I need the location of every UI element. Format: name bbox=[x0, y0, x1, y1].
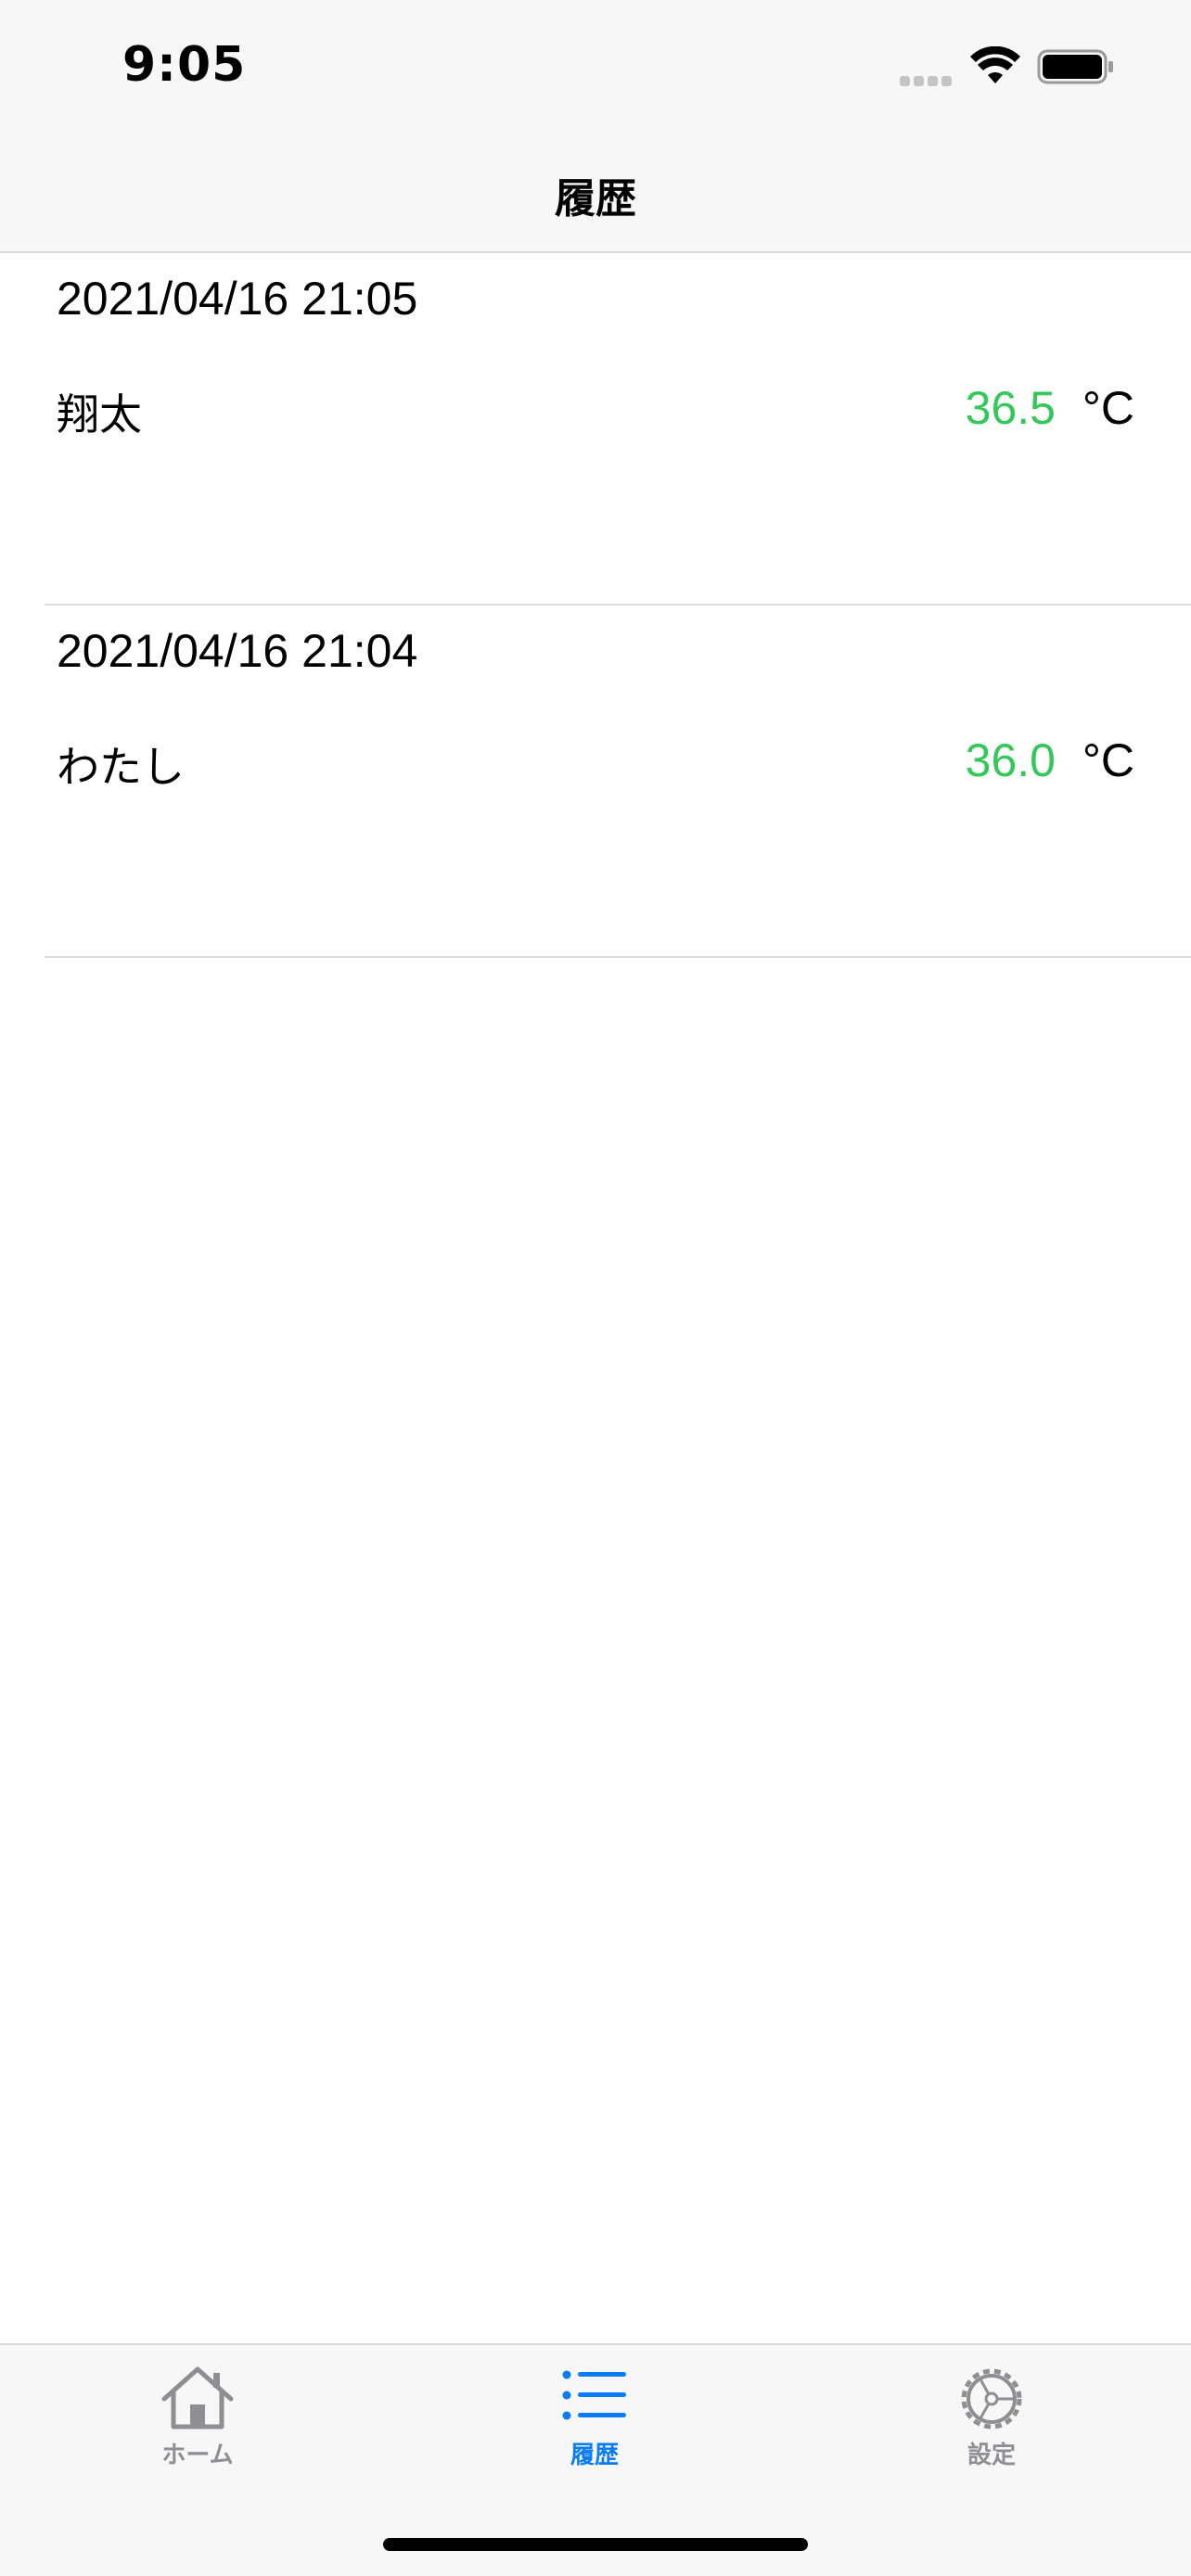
temperature-unit: °C bbox=[1082, 382, 1134, 434]
header: 9:05 履歴 bbox=[0, 0, 1191, 253]
tab-history[interactable]: 履歴 bbox=[502, 2364, 687, 2512]
tab-settings-label: 設定 bbox=[967, 2442, 1016, 2469]
tab-settings[interactable]: 設定 bbox=[899, 2364, 1084, 2512]
temperature-unit: °C bbox=[1082, 734, 1134, 786]
history-datetime: 2021/04/16 21:05 bbox=[57, 273, 418, 325]
page-title: 履歴 bbox=[555, 175, 636, 223]
battery-icon bbox=[1037, 49, 1113, 84]
gear-icon bbox=[961, 2368, 1022, 2429]
history-person-name: わたし bbox=[57, 742, 185, 792]
list-icon bbox=[562, 2370, 626, 2420]
history-datetime: 2021/04/16 21:04 bbox=[57, 625, 418, 677]
history-row[interactable]: 2021/04/16 21:04 わたし 36.0 °C bbox=[0, 606, 1191, 958]
history-list: 2021/04/16 21:05 翔太 36.5 °C 2021/04/16 2… bbox=[0, 253, 1191, 958]
status-time: 9:05 bbox=[122, 37, 247, 93]
row-divider bbox=[45, 956, 1191, 958]
cellular-signal-icon bbox=[900, 72, 957, 86]
house-icon bbox=[161, 2366, 234, 2429]
wifi-icon bbox=[970, 46, 1020, 83]
app-screen: 9:05 履歴 2021/04/16 21:05 翔太 36.5 °C 2021… bbox=[0, 0, 1191, 2576]
history-row[interactable]: 2021/04/16 21:05 翔太 36.5 °C bbox=[0, 253, 1191, 606]
history-person-name: 翔太 bbox=[57, 389, 142, 440]
history-temperature: 36.5 bbox=[965, 382, 1056, 434]
tab-home[interactable]: ホーム bbox=[105, 2364, 290, 2512]
tab-history-label: 履歴 bbox=[570, 2442, 619, 2469]
home-indicator bbox=[383, 2538, 808, 2551]
history-temperature: 36.0 bbox=[965, 734, 1056, 786]
tab-home-label: ホーム bbox=[161, 2442, 234, 2469]
